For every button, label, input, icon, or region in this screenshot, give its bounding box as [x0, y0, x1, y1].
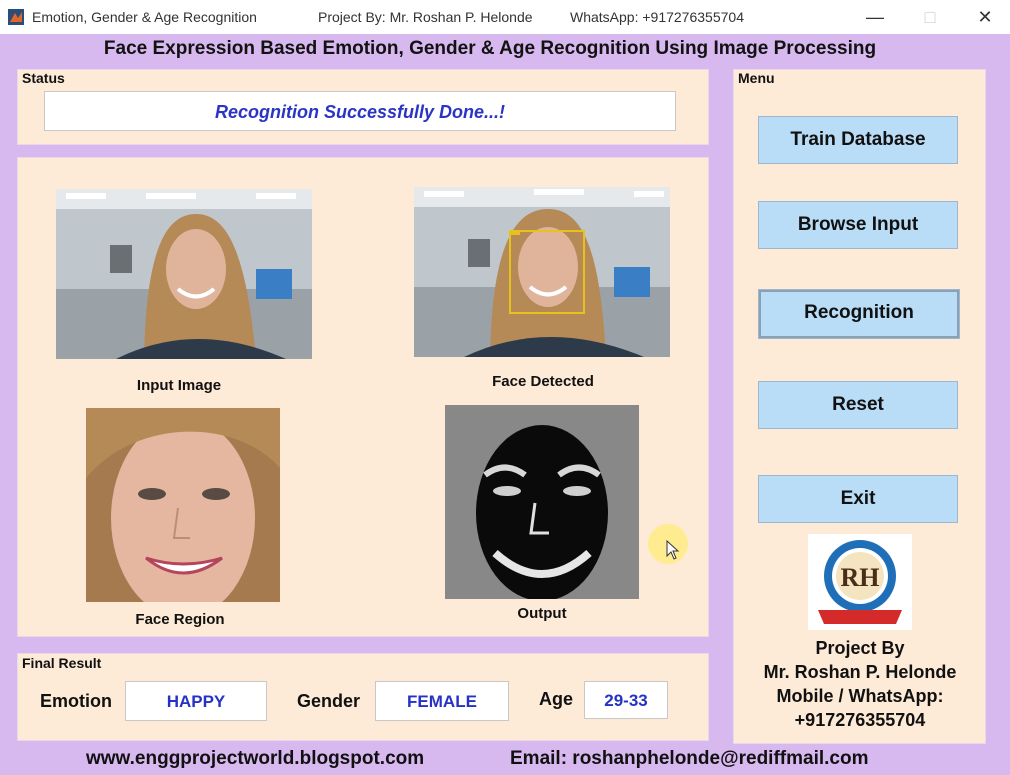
status-legend: Status	[22, 70, 69, 86]
browse-input-button[interactable]: Browse Input	[758, 201, 958, 249]
project-logo-icon: RH	[808, 534, 912, 630]
output-caption: Output	[517, 605, 567, 622]
menu-legend: Menu	[738, 70, 779, 86]
input-image-caption: Input Image	[136, 377, 222, 394]
age-label: Age	[539, 689, 574, 709]
gender-label: Gender	[297, 691, 361, 711]
svg-text:RH: RH	[841, 563, 880, 592]
footer-email: Email: roshanphelonde@rediffmail.com	[510, 748, 869, 769]
exit-button[interactable]: Exit	[758, 475, 958, 523]
emotion-value: HAPPY	[125, 681, 267, 721]
page-title: Face Expression Based Emotion, Gender & …	[103, 38, 877, 59]
cursor-icon	[666, 540, 680, 560]
face-detected-caption: Face Detected	[492, 373, 594, 390]
recognition-button[interactable]: Recognition	[758, 289, 960, 339]
window-title: Emotion, Gender & Age Recognition	[32, 9, 257, 25]
footer-website: www.enggprojectworld.blogspot.com	[86, 748, 425, 769]
project-mobile-label: Mobile / WhatsApp:	[776, 686, 944, 706]
train-database-button[interactable]: Train Database	[758, 116, 958, 164]
project-by-heading: Project By	[815, 638, 905, 658]
project-mobile-number: +917276355704	[794, 710, 926, 730]
status-message: Recognition Successfully Done...!	[44, 91, 676, 131]
input-image	[56, 189, 312, 359]
minimize-icon[interactable]: —	[860, 5, 890, 29]
project-author: Mr. Roshan P. Helonde	[763, 662, 957, 682]
matlab-icon	[8, 9, 24, 25]
output-image	[445, 405, 639, 599]
gender-value: FEMALE	[375, 681, 509, 721]
window-project-by: Project By: Mr. Roshan P. Helonde	[318, 9, 533, 25]
reset-button[interactable]: Reset	[758, 381, 958, 429]
age-value: 29-33	[584, 681, 668, 719]
result-legend: Final Result	[22, 655, 106, 671]
emotion-label: Emotion	[40, 691, 112, 711]
window-whatsapp: WhatsApp: +917276355704	[570, 9, 744, 25]
face-region-image	[86, 408, 280, 602]
title-bar: Emotion, Gender & Age Recognition Projec…	[0, 0, 1010, 34]
maximize-icon[interactable]: □	[915, 5, 945, 29]
face-region-caption: Face Region	[135, 611, 225, 628]
close-icon[interactable]: ✕	[970, 5, 1000, 29]
face-detected-image	[414, 187, 670, 357]
